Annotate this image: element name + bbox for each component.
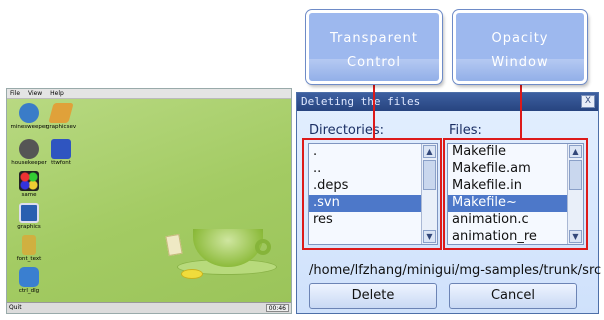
- close-icon[interactable]: X: [581, 95, 595, 108]
- desktop-icon-ctrl-dlg[interactable]: ctrl_dlg: [7, 267, 51, 294]
- desktop-icon-graphicsev[interactable]: graphicsev: [39, 103, 83, 130]
- desktop-menubar: File View Help: [7, 89, 291, 99]
- cancel-button[interactable]: Cancel: [449, 283, 577, 309]
- desktop-wallpaper: minesweeper graphicsev housekeeper ttwfo…: [7, 99, 291, 304]
- delete-button[interactable]: Delete: [309, 283, 437, 309]
- transparent-control-callout: Transparent Control: [306, 10, 442, 84]
- bomb-icon: [19, 139, 39, 159]
- taskbar-clock: 00:46: [265, 304, 289, 312]
- teacup-handle-graphic: [255, 239, 271, 255]
- callout-line-1: Transparent: [330, 31, 418, 46]
- dialog-title: Deleting the files: [301, 95, 421, 108]
- current-path: /home/lfzhang/minigui/mg-samples/trunk/s…: [309, 263, 602, 278]
- taskbar-start-button[interactable]: Quit: [9, 304, 22, 311]
- menu-help[interactable]: Help: [50, 90, 64, 97]
- files-label: Files:: [449, 123, 482, 138]
- balls-icon: [19, 171, 39, 191]
- desktop-taskbar: Quit 00:46: [7, 302, 291, 313]
- feather-icon: [48, 103, 74, 123]
- desktop-icon-same[interactable]: same: [7, 171, 51, 198]
- transparent-callout-line: [373, 84, 375, 138]
- transparent-control-highlight: [302, 138, 442, 250]
- dialog-titlebar[interactable]: Deleting the files X: [297, 93, 598, 111]
- lemon-graphic: [181, 269, 203, 279]
- callout-line-2: Control: [347, 55, 401, 70]
- menu-file[interactable]: File: [10, 90, 20, 97]
- picture-icon: [19, 203, 39, 223]
- desktop-icon-font-text[interactable]: font_text: [7, 235, 51, 262]
- callout-line-2: Window: [491, 55, 549, 70]
- desktop-icon-graphics[interactable]: graphics: [7, 203, 51, 230]
- opacity-callout-line: [520, 84, 522, 138]
- menu-view[interactable]: View: [28, 90, 42, 97]
- callout-line-1: Opacity: [491, 31, 549, 46]
- bottle-icon: [22, 235, 36, 255]
- desktop-screenshot: File View Help minesweeper graphicsev ho…: [6, 88, 292, 314]
- opacity-window-callout: Opacity Window: [453, 10, 587, 84]
- mine-icon: [19, 103, 39, 123]
- teabag-graphic: [165, 233, 183, 257]
- opacity-window-highlight: [443, 138, 588, 250]
- font-a-icon: [51, 139, 71, 159]
- desktop-icon-ttwfont[interactable]: ttwfont: [39, 139, 83, 166]
- chat-icon: [19, 267, 39, 287]
